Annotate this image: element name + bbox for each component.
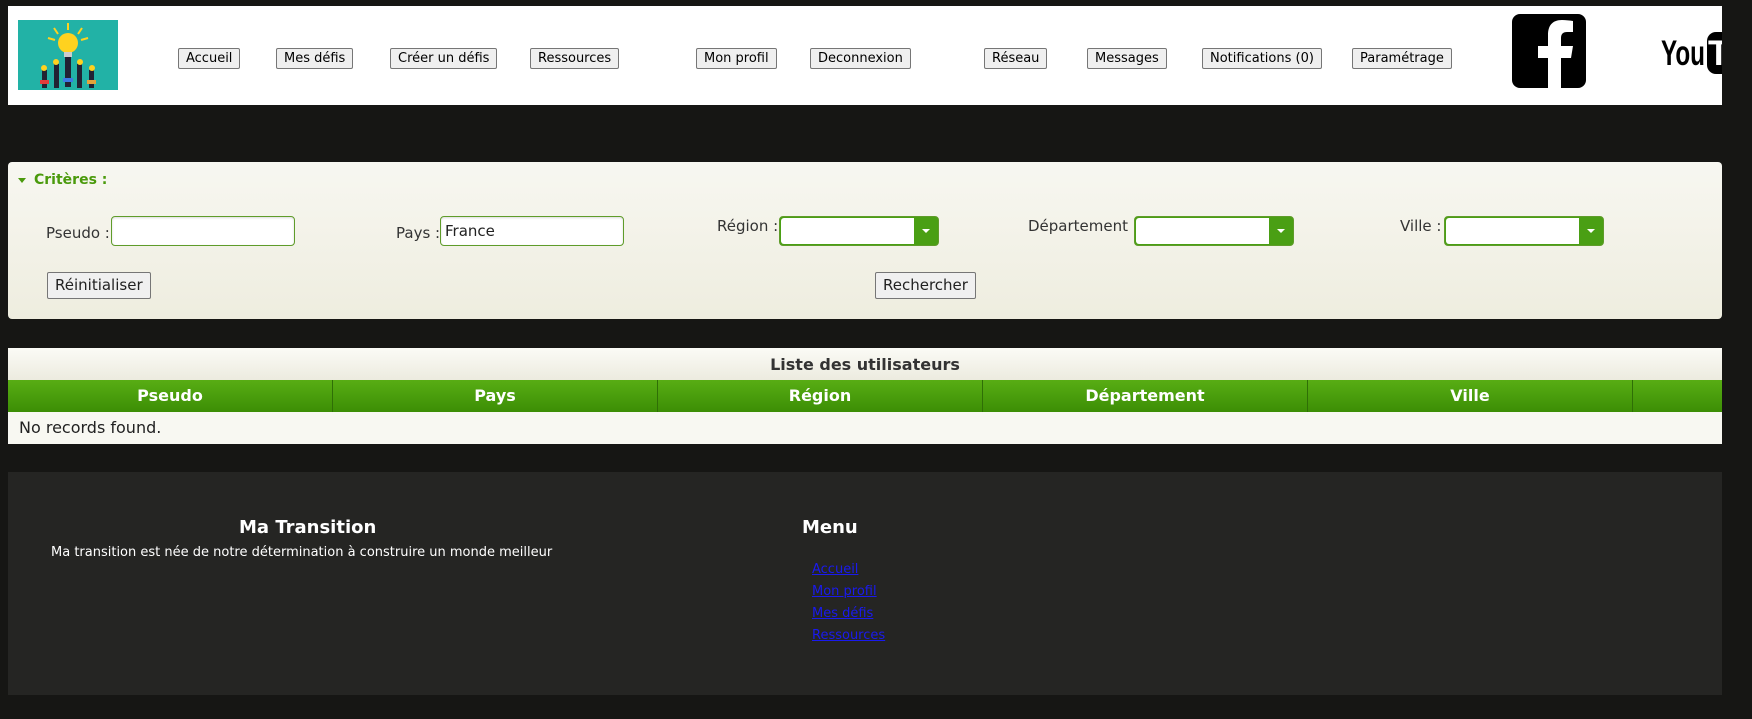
footer-menu-item: Mon profil xyxy=(812,580,885,602)
users-table-header: Pseudo Pays Région Département Ville xyxy=(8,380,1722,412)
lightbulb-hands-logo-icon xyxy=(18,20,118,90)
footer-link-accueil[interactable]: Accueil xyxy=(812,562,858,577)
footer-link-mon-profil[interactable]: Mon profil xyxy=(812,584,877,599)
facebook-icon[interactable] xyxy=(1512,14,1586,88)
collapse-arrow-icon xyxy=(18,177,26,183)
search-criteria-panel: Critères : Pseudo : Pays : Région : Dépa… xyxy=(8,162,1722,319)
footer-menu-title: Menu xyxy=(802,517,858,538)
column-header-departement[interactable]: Département xyxy=(983,380,1308,412)
nav-deconnexion-button[interactable]: Deconnexion xyxy=(810,48,911,69)
footer-menu-list: Accueil Mon profil Mes défis Ressources xyxy=(812,558,885,646)
youtube-logo-icon: You Tub xyxy=(1661,32,1722,74)
nav-mon-profil-button[interactable]: Mon profil xyxy=(696,48,777,69)
criteria-title: Critères : xyxy=(34,172,108,188)
nav-accueil-button[interactable]: Accueil xyxy=(178,48,241,69)
footer-link-mes-defis[interactable]: Mes défis xyxy=(812,606,873,621)
pseudo-label: Pseudo : xyxy=(46,224,110,242)
departement-label: Département : xyxy=(1028,217,1138,235)
ville-select-value xyxy=(1446,218,1579,244)
nav-notifications-button[interactable]: Notifications (0) xyxy=(1202,48,1322,69)
column-header-pseudo[interactable]: Pseudo xyxy=(8,380,333,412)
region-select[interactable] xyxy=(779,216,939,246)
footer-menu-item: Mes défis xyxy=(812,602,885,624)
facebook-f-glyph-icon xyxy=(1538,20,1573,88)
footer-menu-item: Ressources xyxy=(812,624,885,646)
nav-messages-button[interactable]: Messages xyxy=(1087,48,1167,69)
empty-table-message: No records found. xyxy=(19,418,162,437)
pseudo-input[interactable] xyxy=(111,216,295,246)
footer-menu-item: Accueil xyxy=(812,558,885,580)
pays-label: Pays : xyxy=(396,224,441,242)
footer-brand-text: Ma transition est née de notre détermina… xyxy=(51,545,553,560)
nav-creer-defis-button[interactable]: Créer un défis xyxy=(390,48,498,69)
pays-input[interactable] xyxy=(440,216,624,246)
svg-text:Tub: Tub xyxy=(1708,34,1722,73)
departement-select[interactable] xyxy=(1134,216,1294,246)
youtube-icon[interactable]: You Tub xyxy=(1661,24,1722,82)
nav-reseau-button[interactable]: Réseau xyxy=(984,48,1048,69)
region-label: Région : xyxy=(717,217,779,235)
column-header-pays[interactable]: Pays xyxy=(333,380,658,412)
svg-text:You: You xyxy=(1661,34,1705,73)
column-header-region[interactable]: Région xyxy=(658,380,983,412)
nav-mes-defis-button[interactable]: Mes défis xyxy=(276,48,354,69)
site-header: Accueil Mes défis Créer un défis Ressour… xyxy=(8,6,1722,105)
footer-brand-title: Ma Transition xyxy=(239,517,377,538)
reset-button[interactable]: Réinitialiser xyxy=(47,272,151,299)
users-table-title: Liste des utilisateurs xyxy=(8,348,1722,380)
column-header-ville[interactable]: Ville xyxy=(1308,380,1633,412)
region-select-value xyxy=(781,218,914,244)
footer-link-ressources[interactable]: Ressources xyxy=(812,628,885,643)
ville-label: Ville : xyxy=(1400,217,1442,235)
ville-select[interactable] xyxy=(1444,216,1604,246)
search-button[interactable]: Rechercher xyxy=(875,272,976,299)
users-table-panel: Liste des utilisateurs Pseudo Pays Régio… xyxy=(8,348,1722,444)
site-footer: Ma Transition Ma transition est née de n… xyxy=(8,472,1722,695)
chevron-down-icon xyxy=(1579,217,1603,245)
column-header-actions xyxy=(1633,380,1722,412)
chevron-down-icon xyxy=(1269,217,1293,245)
nav-ressources-button[interactable]: Ressources xyxy=(530,48,620,69)
nav-parametrage-button[interactable]: Paramétrage xyxy=(1352,48,1452,69)
criteria-toggle[interactable]: Critères : xyxy=(18,170,107,190)
chevron-down-icon xyxy=(914,217,938,245)
departement-select-value xyxy=(1136,218,1269,244)
site-logo[interactable] xyxy=(18,20,118,90)
